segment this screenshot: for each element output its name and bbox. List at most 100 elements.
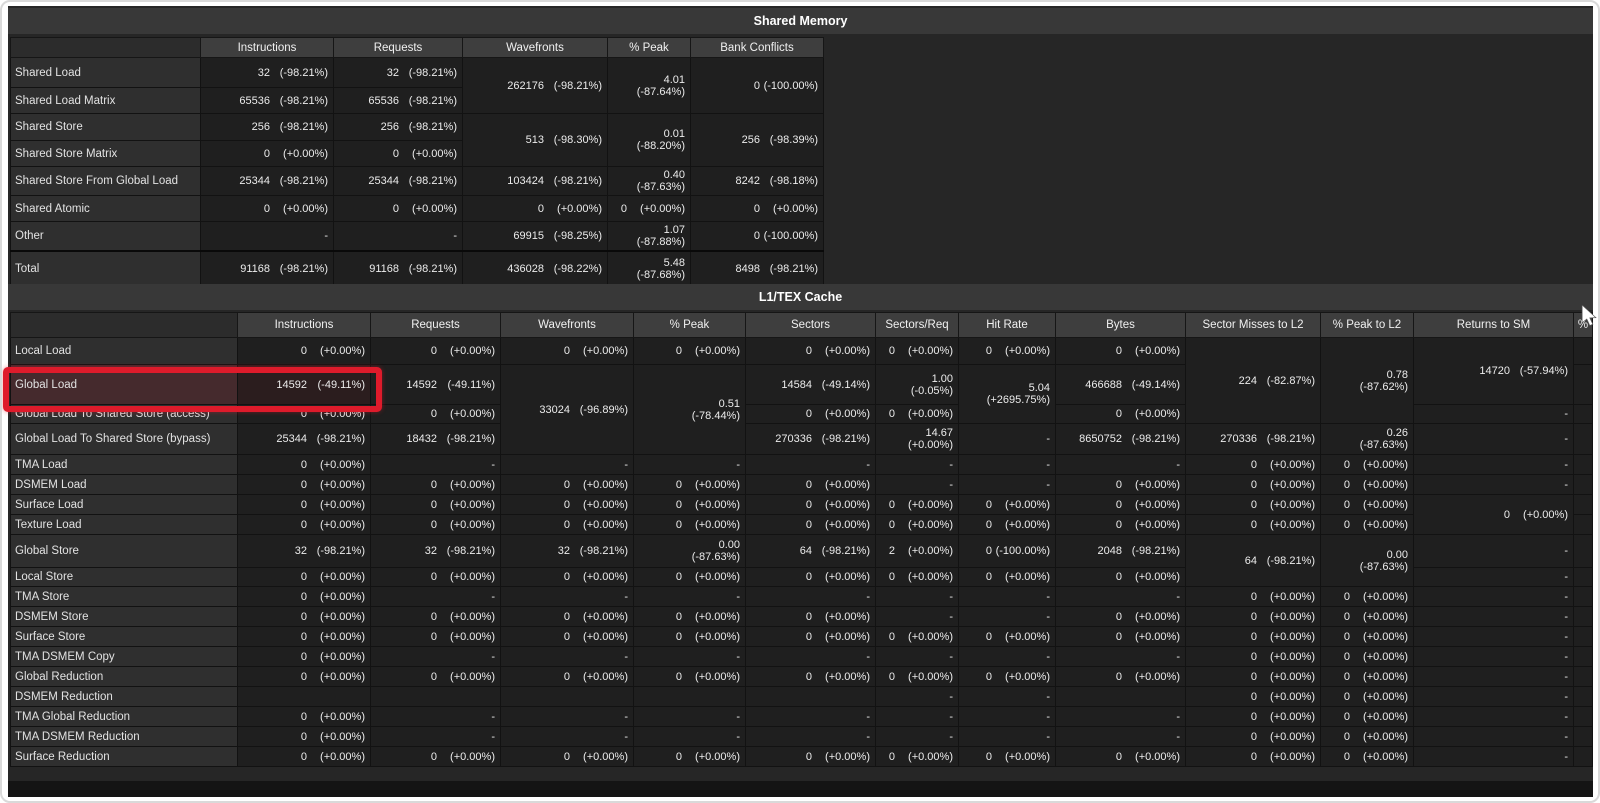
- table-row[interactable]: Other--69915(-98.25%)1.07(-87.88%)0(-100…: [11, 222, 824, 252]
- cell[interactable]: 0(+0.00%): [501, 607, 634, 627]
- cell[interactable]: 0(+0.00%): [501, 747, 634, 767]
- cell[interactable]: 0(+0.00%): [608, 196, 691, 222]
- cell[interactable]: 0(+0.00%): [746, 338, 876, 365]
- cell[interactable]: 5.48(-87.68%): [608, 251, 691, 286]
- cell[interactable]: 0(+0.00%): [1186, 587, 1321, 607]
- cell[interactable]: 14.67(+0.00%): [876, 424, 959, 455]
- cell[interactable]: 2048(-98.21%): [1056, 535, 1186, 568]
- cell[interactable]: 0(+0.00%): [1321, 667, 1414, 687]
- cell[interactable]: 0(+0.00%): [1186, 707, 1321, 727]
- row-label[interactable]: Global Load: [11, 365, 238, 405]
- table-row[interactable]: Global Load To Shared Store (bypass)2534…: [11, 424, 1593, 455]
- table-row[interactable]: Surface Reduction0(+0.00%)0(+0.00%)0(+0.…: [11, 747, 1593, 767]
- cell[interactable]: 0(+0.00%): [501, 515, 634, 535]
- cell[interactable]: 5.04(+2695.75%): [959, 365, 1056, 424]
- cell[interactable]: 14592(-49.11%): [238, 365, 371, 405]
- cell[interactable]: 0(+0.00%): [1321, 687, 1414, 707]
- cell[interactable]: 0(+0.00%): [1056, 405, 1186, 424]
- cell[interactable]: [1574, 647, 1593, 667]
- cell[interactable]: 91168(-98.21%): [201, 251, 334, 286]
- cell[interactable]: -: [1414, 687, 1574, 707]
- cell[interactable]: 64(-98.21%): [746, 535, 876, 568]
- row-label[interactable]: Texture Load: [11, 515, 238, 535]
- row-label[interactable]: Other: [11, 222, 201, 252]
- cell[interactable]: [1574, 568, 1593, 587]
- cell[interactable]: 0(+0.00%): [238, 727, 371, 747]
- cell[interactable]: 32(-98.21%): [371, 535, 501, 568]
- row-label[interactable]: Global Load To Shared Store (bypass): [11, 424, 238, 455]
- cell[interactable]: [1574, 405, 1593, 424]
- cell[interactable]: 0(+0.00%): [463, 196, 608, 222]
- row-label[interactable]: Shared Load Matrix: [11, 88, 201, 114]
- cell[interactable]: -: [501, 727, 634, 747]
- row-label[interactable]: Shared Store: [11, 114, 201, 141]
- cell[interactable]: [238, 687, 371, 707]
- cell[interactable]: 0(+0.00%): [959, 568, 1056, 587]
- cell[interactable]: 32(-98.21%): [201, 58, 334, 88]
- table-row[interactable]: TMA DSMEM Reduction0(+0.00%)-------0(+0.…: [11, 727, 1593, 747]
- cell[interactable]: 0.78(-87.62%): [1321, 338, 1414, 424]
- cell[interactable]: 0(+0.00%): [1414, 495, 1574, 535]
- cell[interactable]: 64(-98.21%): [1186, 535, 1321, 587]
- cell[interactable]: 0(+0.00%): [876, 568, 959, 587]
- cell[interactable]: 0(+0.00%): [334, 141, 463, 167]
- cell[interactable]: 0(+0.00%): [501, 475, 634, 495]
- cell[interactable]: 0(+0.00%): [959, 338, 1056, 365]
- cell[interactable]: 0(+0.00%): [746, 515, 876, 535]
- cell[interactable]: 18432(-98.21%): [371, 424, 501, 455]
- cell[interactable]: 0(+0.00%): [1321, 607, 1414, 627]
- row-label[interactable]: TMA Load: [11, 455, 238, 475]
- cell[interactable]: -: [334, 222, 463, 252]
- cell[interactable]: 0(+0.00%): [238, 455, 371, 475]
- cell[interactable]: 0(+0.00%): [1321, 627, 1414, 647]
- cell[interactable]: [1574, 535, 1593, 568]
- cell[interactable]: 0(+0.00%): [746, 627, 876, 647]
- cell[interactable]: 0.00(-87.63%): [1321, 535, 1414, 587]
- cell[interactable]: 0(+0.00%): [876, 627, 959, 647]
- cell[interactable]: -: [876, 455, 959, 475]
- horizontal-scrollbar[interactable]: [8, 781, 1593, 797]
- cell[interactable]: [1574, 475, 1593, 495]
- row-label[interactable]: Global Load To Shared Store (access): [11, 405, 238, 424]
- cell[interactable]: -: [371, 647, 501, 667]
- cell[interactable]: 0(+0.00%): [238, 707, 371, 727]
- cell[interactable]: 0(+0.00%): [876, 515, 959, 535]
- table-row[interactable]: Surface Load0(+0.00%)0(+0.00%)0(+0.00%)0…: [11, 495, 1593, 515]
- cell[interactable]: 0(+0.00%): [334, 196, 463, 222]
- cell[interactable]: 0(+0.00%): [746, 495, 876, 515]
- cell[interactable]: 0(+0.00%): [634, 627, 746, 647]
- table-row[interactable]: Local Load0(+0.00%)0(+0.00%)0(+0.00%)0(+…: [11, 338, 1593, 365]
- cell[interactable]: 0(+0.00%): [501, 568, 634, 587]
- cell[interactable]: 0(+0.00%): [371, 495, 501, 515]
- cell[interactable]: 0(+0.00%): [1321, 475, 1414, 495]
- cell[interactable]: 0.00(-87.63%): [634, 535, 746, 568]
- cell[interactable]: -: [1414, 747, 1574, 767]
- cell[interactable]: -: [1414, 627, 1574, 647]
- cell[interactable]: 0(+0.00%): [371, 405, 501, 424]
- cell[interactable]: [1574, 338, 1593, 365]
- cell[interactable]: 0(+0.00%): [1056, 667, 1186, 687]
- table-row[interactable]: Total91168(-98.21%)91168(-98.21%)436028(…: [11, 251, 824, 286]
- cell[interactable]: 0(+0.00%): [238, 568, 371, 587]
- cell[interactable]: [1574, 607, 1593, 627]
- cell[interactable]: 0(+0.00%): [1056, 568, 1186, 587]
- cell[interactable]: -: [746, 587, 876, 607]
- cell[interactable]: 14584(-49.14%): [746, 365, 876, 405]
- cell[interactable]: -: [634, 707, 746, 727]
- cell[interactable]: 270336(-98.21%): [1186, 424, 1321, 455]
- cell[interactable]: 0(+0.00%): [634, 667, 746, 687]
- cell[interactable]: 32(-98.21%): [238, 535, 371, 568]
- cell[interactable]: [1574, 515, 1593, 535]
- cell[interactable]: 0(+0.00%): [1186, 607, 1321, 627]
- cell[interactable]: [1574, 667, 1593, 687]
- cell[interactable]: 0(+0.00%): [746, 747, 876, 767]
- cell[interactable]: 0(+0.00%): [1321, 707, 1414, 727]
- cell[interactable]: 0(+0.00%): [238, 667, 371, 687]
- cell[interactable]: 0(+0.00%): [371, 607, 501, 627]
- cell[interactable]: 0(+0.00%): [238, 495, 371, 515]
- cell[interactable]: -: [876, 707, 959, 727]
- table-row[interactable]: Shared Atomic0(+0.00%)0(+0.00%)0(+0.00%)…: [11, 196, 824, 222]
- table-row[interactable]: DSMEM Store0(+0.00%)0(+0.00%)0(+0.00%)0(…: [11, 607, 1593, 627]
- cell[interactable]: 256(-98.21%): [201, 114, 334, 141]
- cell[interactable]: 0(+0.00%): [876, 405, 959, 424]
